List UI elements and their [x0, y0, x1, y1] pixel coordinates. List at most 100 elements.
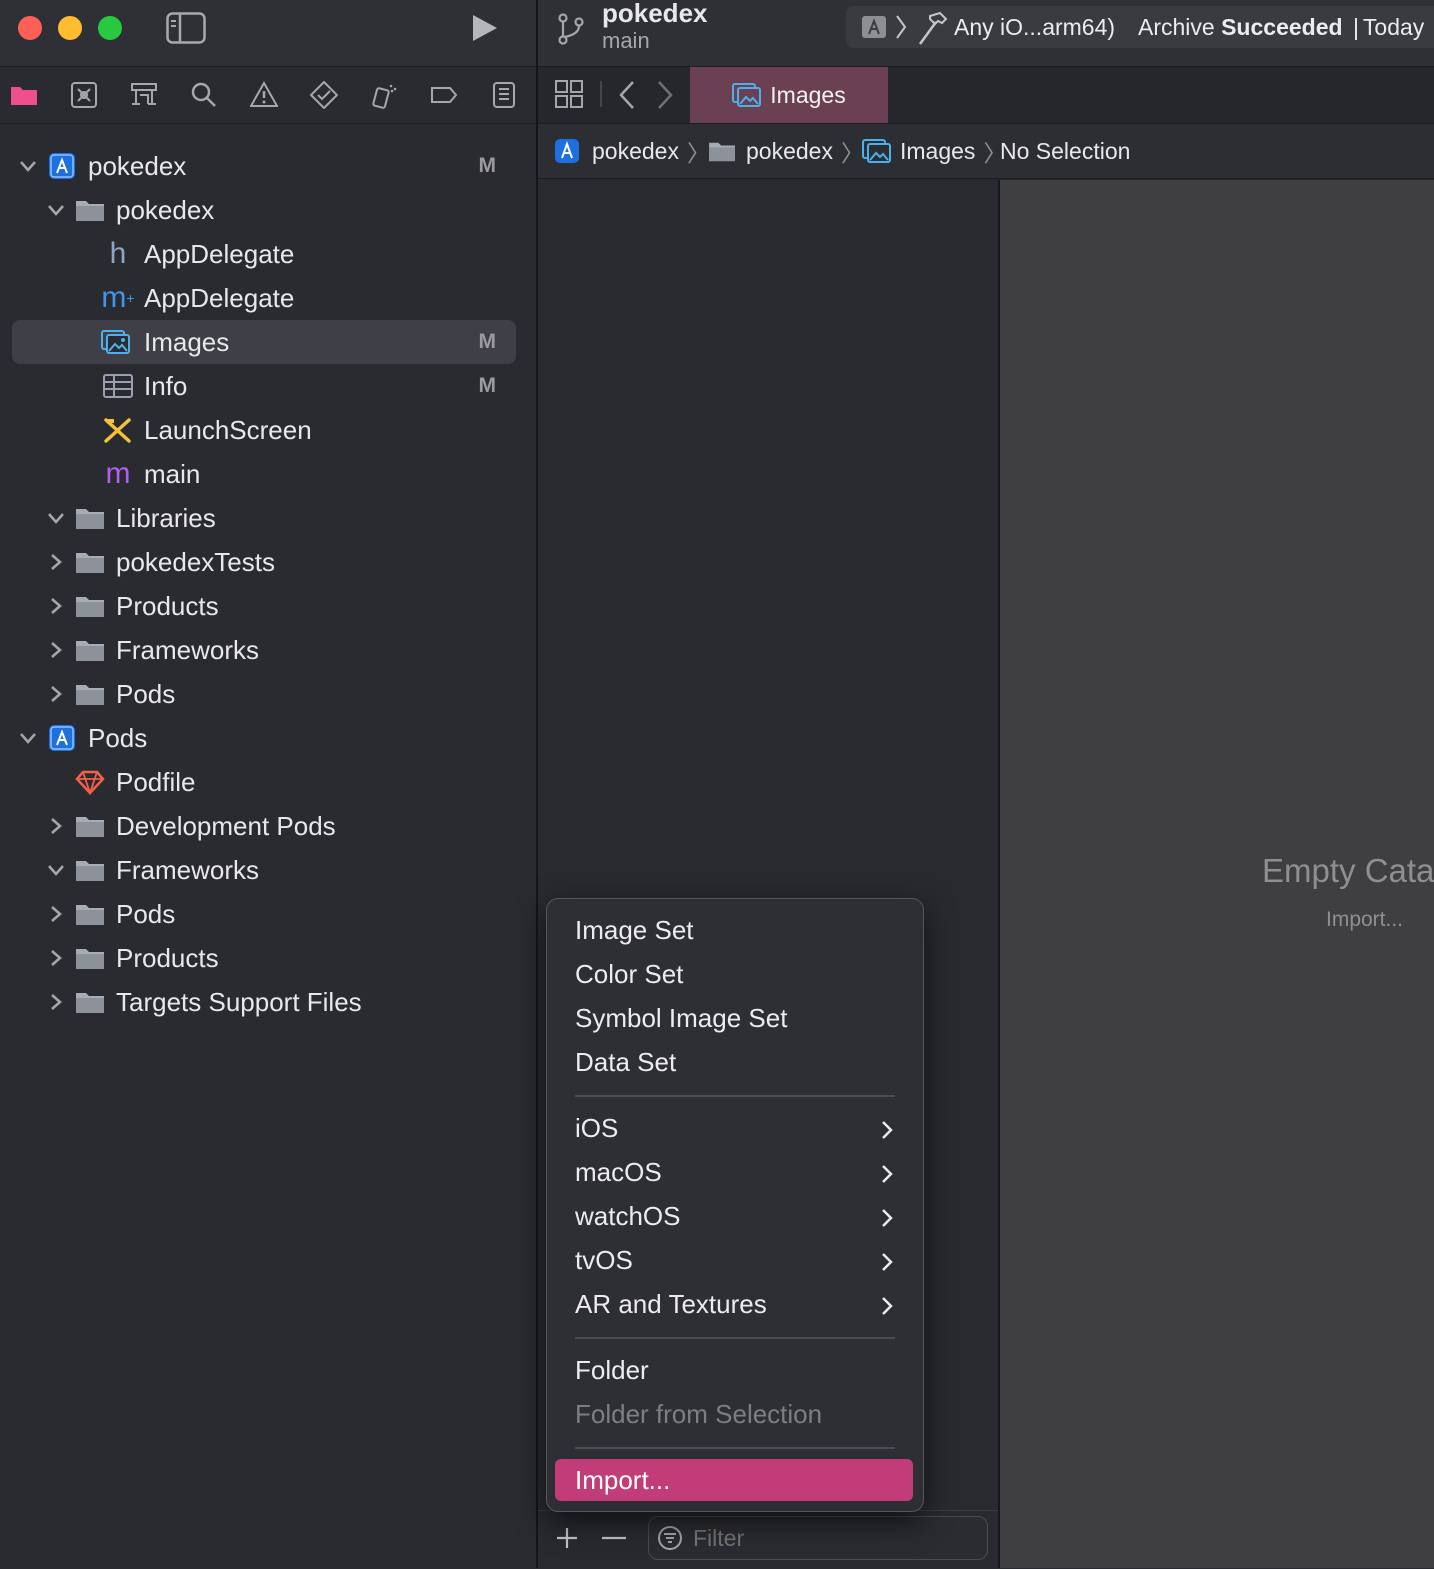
tree-row-appdelegate-m[interactable]: m + AppDelegate: [0, 276, 536, 320]
menu-item-macos[interactable]: macOS: [575, 1157, 662, 1188]
run-play-icon[interactable]: [468, 12, 500, 44]
tree-row-images[interactable]: Images M: [12, 320, 516, 364]
tree-row-project-pods[interactable]: Pods: [0, 716, 536, 760]
folder-icon: [74, 856, 106, 884]
app-target-icon[interactable]: [862, 16, 886, 38]
forward-chevron-icon[interactable]: [654, 79, 676, 111]
tree-row-label: AppDelegate: [144, 238, 295, 269]
zoom-window-button[interactable]: [98, 16, 122, 40]
submenu-chevron-icon: [882, 1209, 893, 1227]
breadcrumb-images[interactable]: Images 〉: [862, 124, 1006, 178]
tree-row-libraries[interactable]: Libraries: [0, 496, 536, 540]
menu-item-image-set[interactable]: Image Set: [575, 915, 694, 946]
tree-row-pods-frameworks[interactable]: Frameworks: [0, 848, 536, 892]
test-navigator-icon[interactable]: [308, 79, 340, 111]
add-asset-context-menu: Image Set Color Set Symbol Image Set Dat…: [546, 898, 924, 1512]
chevron-right-icon[interactable]: [46, 992, 66, 1012]
minimize-window-button[interactable]: [58, 16, 82, 40]
menu-item-ar-and-textures[interactable]: AR and Textures: [575, 1289, 767, 1320]
grid-related-items-icon[interactable]: [554, 79, 584, 109]
chevron-right-icon[interactable]: [46, 948, 66, 968]
filter-icon: [657, 1525, 683, 1551]
tree-row-appdelegate-h[interactable]: h AppDelegate: [0, 232, 536, 276]
warning-icon[interactable]: [248, 79, 280, 111]
tree-row-label: Products: [116, 942, 219, 973]
chevron-down-icon[interactable]: [18, 156, 38, 176]
close-window-button[interactable]: [18, 16, 42, 40]
tree-row-project-pokedex[interactable]: pokedex M: [0, 144, 536, 188]
add-plus-icon[interactable]: [554, 1525, 580, 1551]
breakpoint-navigator-icon[interactable]: [428, 79, 460, 111]
project-name: pokedex: [602, 0, 708, 28]
chevron-right-icon[interactable]: [46, 596, 66, 616]
tree-row-development-pods[interactable]: Development Pods: [0, 804, 536, 848]
breadcrumb-selection[interactable]: No Selection: [1000, 124, 1130, 178]
breadcrumb-project[interactable]: pokedex 〉: [554, 124, 710, 178]
tree-row-main[interactable]: m main: [0, 452, 536, 496]
debug-navigator-icon[interactable]: [368, 79, 400, 111]
chevron-down-icon[interactable]: [18, 728, 38, 748]
submenu-chevron-icon: [882, 1165, 893, 1183]
chevron-right-icon[interactable]: [46, 640, 66, 660]
window-titlebar-left: [0, 0, 536, 67]
tree-row-label: main: [144, 458, 201, 489]
submenu-chevron-icon: [882, 1253, 893, 1271]
tree-row-launchscreen[interactable]: LaunchScreen: [0, 408, 536, 452]
tree-row-targets-support-files[interactable]: Targets Support Files: [0, 980, 536, 1024]
menu-item-ios[interactable]: iOS: [575, 1113, 618, 1144]
tree-row-info[interactable]: Info M: [0, 364, 536, 408]
tree-row-pods-folder[interactable]: Pods: [0, 672, 536, 716]
breadcrumb-folder[interactable]: pokedex 〉: [708, 124, 864, 178]
folder-icon: [74, 592, 106, 620]
tree-row-folder-pokedex[interactable]: pokedex: [0, 188, 536, 232]
tree-row-products[interactable]: Products: [0, 584, 536, 628]
search-icon[interactable]: [188, 79, 220, 111]
editor-tab-bar: [538, 67, 1434, 124]
chevron-down-icon[interactable]: [46, 508, 66, 528]
menu-item-symbol-image-set[interactable]: Symbol Image Set: [575, 1003, 787, 1034]
submenu-chevron-icon: [882, 1121, 893, 1139]
chevron-right-icon[interactable]: [46, 904, 66, 924]
sidebar-toggle-icon[interactable]: [166, 12, 206, 44]
objc-m-icon: m +: [101, 281, 135, 314]
back-chevron-icon[interactable]: [616, 79, 638, 111]
chevron-right-icon[interactable]: [46, 816, 66, 836]
symbol-navigator-icon[interactable]: [128, 79, 160, 111]
filter-input[interactable]: [691, 1521, 975, 1555]
tree-row-frameworks[interactable]: Frameworks: [0, 628, 536, 672]
chevron-right-icon[interactable]: [46, 552, 66, 572]
header-h-icon: h: [109, 237, 127, 270]
tree-row-podfile[interactable]: Podfile: [0, 760, 536, 804]
filter-field[interactable]: [648, 1516, 988, 1560]
chevron-down-icon[interactable]: [46, 200, 66, 220]
destination-label: Any iO...arm64): [954, 14, 1116, 40]
tree-row-label: Frameworks: [116, 854, 260, 885]
modified-badge: M: [478, 374, 497, 397]
source-control-navigator-icon[interactable]: [68, 79, 100, 111]
tree-row-pods-products[interactable]: Products: [0, 936, 536, 980]
scheme-destination-bar[interactable]: Any iO...arm64) Archive Succeeded | Today: [846, 6, 1434, 48]
chevron-right-icon[interactable]: [46, 684, 66, 704]
tree-row-label: Pods: [116, 898, 176, 929]
modified-badge: M: [478, 330, 497, 353]
plist-table-icon: [102, 372, 134, 400]
tree-row-pods-pods[interactable]: Pods: [0, 892, 536, 936]
menu-item-data-set[interactable]: Data Set: [575, 1047, 676, 1078]
chevron-down-icon[interactable]: [46, 860, 66, 880]
tab-images[interactable]: Images: [690, 67, 888, 123]
folder-navigator-icon[interactable]: [8, 79, 40, 111]
empty-catalog-import-link[interactable]: Import...: [1326, 908, 1403, 932]
remove-minus-icon[interactable]: [600, 1525, 628, 1551]
folder-icon: [74, 504, 106, 532]
menu-item-tvos[interactable]: tvOS: [575, 1245, 633, 1276]
menu-item-folder[interactable]: Folder: [575, 1355, 649, 1386]
report-navigator-icon[interactable]: [488, 79, 520, 111]
folder-icon: [74, 548, 106, 576]
tree-row-pokedextests[interactable]: pokedexTests: [0, 540, 536, 584]
toolbar-divider: [600, 81, 602, 107]
branch-icon[interactable]: [556, 12, 586, 46]
menu-item-import[interactable]: Import...: [575, 1465, 670, 1496]
menu-item-watchos[interactable]: watchOS: [575, 1201, 681, 1232]
asset-catalog-icon: [100, 328, 132, 356]
menu-item-color-set[interactable]: Color Set: [575, 959, 683, 990]
